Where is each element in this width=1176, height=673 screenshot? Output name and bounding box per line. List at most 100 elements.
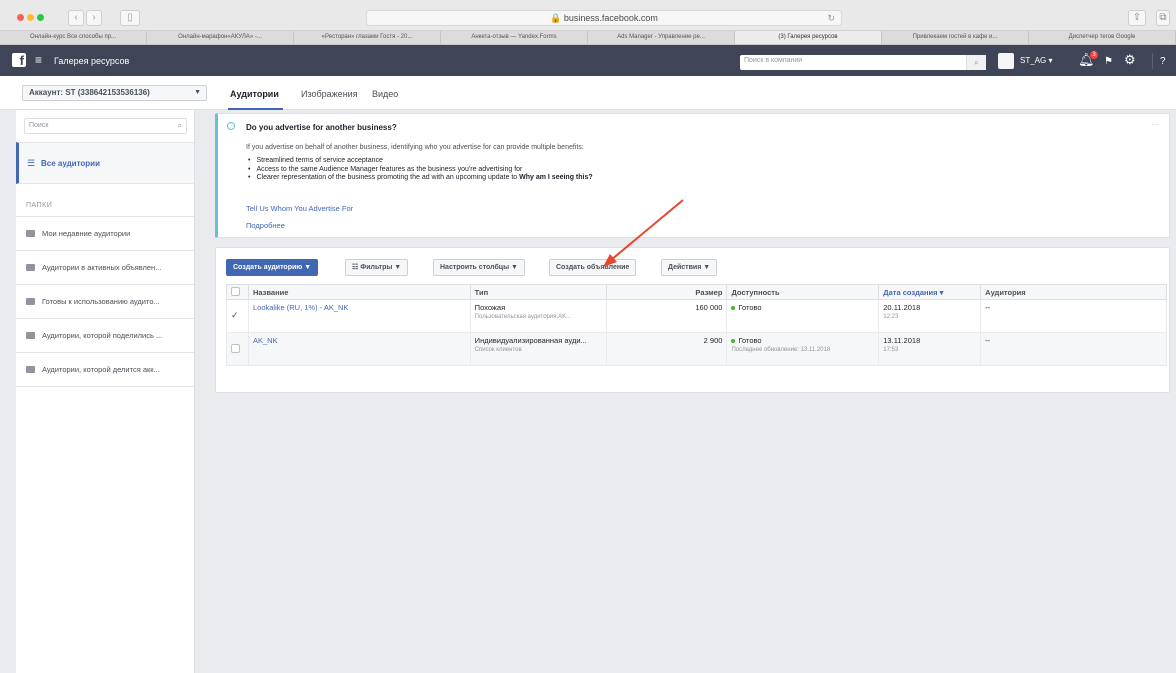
- user-name: ST_AG: [1020, 56, 1047, 65]
- table-header-row: Название Тип Размер Доступность Дата соз…: [226, 284, 1167, 300]
- forward-button[interactable]: ›: [86, 10, 102, 26]
- folder-icon: [26, 332, 35, 339]
- tabs-overview-icon[interactable]: ⧉: [1156, 10, 1170, 26]
- back-button[interactable]: ‹: [68, 10, 84, 26]
- close-window-button[interactable]: [17, 14, 24, 21]
- zoom-window-button[interactable]: [37, 14, 44, 21]
- actions-button[interactable]: Действия ▼: [661, 259, 718, 276]
- search-icon[interactable]: ⌕: [178, 121, 182, 131]
- audience-name-link[interactable]: Lookalike (RU, 1%) - AK_NK: [253, 303, 348, 312]
- filters-button[interactable]: ☷ Фильтры ▼: [345, 259, 409, 276]
- sidebar-item-shared-by[interactable]: Аудитории, которой делится акк...: [16, 352, 194, 386]
- notifications-badge: 3: [1090, 51, 1098, 59]
- browser-tab[interactable]: Онлайн-курс Все способы пр...: [0, 31, 147, 44]
- type-cell: Индивидуализированная ауди... Список клие…: [469, 332, 607, 366]
- fb-header: f ≡ Галерея ресурсов Поиск в компании ⌕ …: [0, 45, 1176, 76]
- lock-icon: 🔒: [550, 13, 562, 23]
- create-ad-button[interactable]: Создать объявление: [549, 259, 637, 276]
- name-cell: AK_NK: [247, 332, 471, 366]
- status-dot-icon: [731, 306, 736, 311]
- sidebar-item-label: Аудитории в активных объявлен...: [42, 263, 162, 272]
- user-menu[interactable]: ST_AG ▾: [1020, 55, 1052, 67]
- company-search-input[interactable]: Поиск в компании ⌕: [740, 55, 986, 70]
- column-header-audience[interactable]: Аудитория: [980, 284, 1167, 300]
- learn-more-link[interactable]: Подробнее: [246, 221, 285, 230]
- browser-tab[interactable]: (3) Галерея ресурсов: [735, 31, 882, 44]
- row-select-cell: ✓: [226, 299, 249, 333]
- tab-images[interactable]: Изображения: [301, 88, 358, 100]
- name-cell: Lookalike (RU, 1%) - AK_NK: [247, 299, 471, 333]
- sidebar-item-active-ads[interactable]: Аудитории в активных объявлен...: [16, 250, 194, 284]
- browser-tab[interactable]: Диспетчер тегов Google: [1029, 31, 1176, 44]
- reload-icon[interactable]: ↻: [827, 11, 835, 25]
- browser-tab[interactable]: Ads Manager - Управление ре...: [588, 31, 735, 44]
- status-dot-icon: [731, 339, 736, 344]
- list-item: Clearer representation of the business p…: [246, 174, 593, 183]
- column-header-size[interactable]: Размер: [605, 284, 728, 300]
- column-header-availability[interactable]: Доступность: [726, 284, 880, 300]
- facebook-logo-icon[interactable]: f: [12, 53, 26, 68]
- more-options-icon[interactable]: ···: [1151, 120, 1159, 129]
- flag-icon[interactable]: ⚑: [1104, 55, 1113, 69]
- audience-cell: --: [980, 332, 1167, 366]
- tab-audiences[interactable]: Аудитории: [230, 88, 279, 100]
- audience-cell: --: [980, 299, 1167, 333]
- column-header-date-created[interactable]: Дата создания ▾: [878, 284, 982, 300]
- sidebar-item-ready[interactable]: Готовы к использованию аудито...: [16, 284, 194, 318]
- tell-us-link[interactable]: Tell Us Whom You Advertise For: [246, 204, 353, 213]
- table-row[interactable]: ✓ Lookalike (RU, 1%) - AK_NK Похожая Поль…: [226, 299, 1167, 333]
- row-checkbox[interactable]: [231, 344, 240, 353]
- folder-icon: [26, 298, 35, 305]
- type-cell: Похожая Пользовательская аудитория:AK...: [469, 299, 607, 333]
- info-title: Do you advertise for another business?: [246, 123, 397, 132]
- folders-heading: ПАПКИ: [26, 202, 53, 209]
- browser-tab[interactable]: Онлайн-марафон«АКУЛА» -...: [147, 31, 294, 44]
- account-selector[interactable]: Аккаунт: ST (338642153536136) ▼: [22, 85, 207, 101]
- sidebar-item-label: Аудитории, которой поделились ...: [42, 331, 163, 340]
- browser-tab[interactable]: «Ресторан» глазами Гостя - 20...: [294, 31, 441, 44]
- why-seeing-this-text: Why am I seeing this?: [519, 174, 593, 181]
- table-row[interactable]: AK_NK Индивидуализированная ауди... Списо…: [226, 332, 1167, 366]
- info-description: If you advertise on behalf of another bu…: [246, 144, 584, 151]
- folder-icon: [26, 230, 35, 237]
- filter-icon: ☷: [352, 264, 359, 271]
- avatar[interactable]: [998, 53, 1014, 69]
- help-icon[interactable]: ?: [1160, 55, 1166, 69]
- sidebar-item-shared-with[interactable]: Аудитории, которой поделились ...: [16, 318, 194, 352]
- search-icon[interactable]: ⌕: [966, 55, 986, 70]
- column-header-type[interactable]: Тип: [469, 284, 607, 300]
- create-audience-button[interactable]: Создать аудиторию ▼: [226, 259, 319, 276]
- folder-icon: [26, 366, 35, 373]
- gear-icon[interactable]: ⚙: [1124, 53, 1136, 67]
- minimize-window-button[interactable]: [27, 14, 34, 21]
- audience-table: Название Тип Размер Доступность Дата соз…: [226, 284, 1167, 366]
- browser-tab[interactable]: Привлекаем гостей в кафе и...: [882, 31, 1029, 44]
- address-bar[interactable]: 🔒 business.facebook.com ↻: [366, 10, 842, 26]
- hamburger-menu-icon[interactable]: ≡: [35, 53, 42, 67]
- audience-table-card: Создать аудиторию ▼ ☷ Фильтры ▼ Настроит…: [215, 247, 1170, 393]
- checkmark-icon[interactable]: ✓: [231, 311, 239, 320]
- sidebar-toggle-icon[interactable]: ▯: [120, 10, 140, 26]
- tab-videos[interactable]: Видео: [372, 88, 398, 100]
- audience-name-link[interactable]: AK_NK: [253, 336, 278, 345]
- list-item: Streamlined terms of service acceptance: [246, 157, 593, 166]
- sort-down-icon: ▾: [939, 287, 944, 297]
- sidebar-search-placeholder: Поиск: [29, 122, 49, 129]
- browser-tab[interactable]: Анкета-отзыв — Yandex.Forms: [441, 31, 588, 44]
- lightbulb-icon: [227, 122, 235, 130]
- sidebar-item-label: Мои недавние аудитории: [42, 229, 131, 238]
- sidebar-search-input[interactable]: Поиск ⌕: [24, 118, 187, 134]
- sidebar-item-recent[interactable]: Мои недавние аудитории: [16, 216, 194, 250]
- availability-cell: Готово: [726, 299, 880, 333]
- sidebar: Поиск ⌕ ☰ Все аудитории ПАПКИ Мои недавн…: [16, 110, 195, 673]
- browser-tab-strip: Онлайн-курс Все способы пр... Онлайн-мара…: [0, 31, 1176, 45]
- select-all-checkbox[interactable]: [231, 287, 240, 296]
- list-item: Access to the same Audience Manager feat…: [246, 166, 593, 175]
- account-label: Аккаунт: ST (338642153536136): [29, 88, 150, 97]
- browser-titlebar: ‹ › ▯ 🔒 business.facebook.com ↻ ⇪ ⧉: [0, 0, 1176, 31]
- column-header-name[interactable]: Название: [247, 284, 471, 300]
- share-icon[interactable]: ⇪: [1128, 10, 1146, 26]
- configure-columns-button[interactable]: Настроить столбцы ▼: [433, 259, 525, 276]
- divider: [16, 386, 194, 387]
- sidebar-item-all-audiences[interactable]: ☰ Все аудитории: [16, 142, 194, 184]
